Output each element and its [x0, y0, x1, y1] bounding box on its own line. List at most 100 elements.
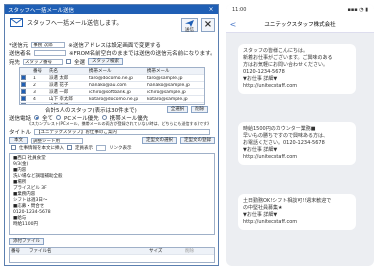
close-button[interactable]: ×	[201, 18, 215, 32]
select-all-checkbox[interactable]	[66, 59, 72, 64]
col-number: 番号	[33, 69, 42, 74]
message-line: 0120-1234-5678	[243, 69, 285, 75]
signal-battery-icon: ▪▪▪ ◔ ▮	[347, 7, 368, 13]
insert-job-label: 仕事情報を本文に挿入	[19, 145, 64, 151]
recipient-mail1: taro@docomo.ne.jp	[89, 75, 134, 81]
delete-recipient-button[interactable]: 削除	[191, 106, 209, 113]
message-bubble: 土日勤務OK!シフト相談可!!週末歓迎で の中堅社員募集★ ▼お仕事 詳細▼ http…	[238, 194, 356, 230]
insert-job-checkbox[interactable]	[11, 145, 16, 150]
recipient-name: 派遣 太郎	[49, 76, 69, 81]
recipient-no: 4	[33, 96, 36, 102]
recipient-row[interactable]: 1 派遣 太郎 taro@docomo.ne.jp taro@sample.jp	[20, 74, 204, 82]
options-row: 仕事情報を本文に挿入 定員表示 リンク表示	[11, 144, 132, 151]
from-note: ※送信アドレスは設定画面で変更する	[68, 42, 161, 49]
attachment-row: 添付ファイル	[9, 238, 44, 245]
recipient-mail2: hanako@sample.jp	[147, 82, 190, 88]
recipient-no: 1	[33, 75, 36, 81]
subject-row: タイトル 【ユニテックスタッフ】お仕事のご案内	[9, 128, 211, 136]
message-line: http://unitecstaff.com	[243, 219, 298, 225]
recipient-mail2: keiko@sample.jp	[146, 104, 204, 105]
recipient-row[interactable]: 4 山下 幸太郎 kotaro@docomo.ne.jp kotaro@sample.…	[20, 95, 204, 103]
window-title: スタッフへ一括メール送信	[8, 7, 75, 14]
recipient-mail2: ichiro@sample.jp	[147, 89, 186, 95]
template-select[interactable]: 調整シート用	[31, 137, 83, 144]
message-line: http://unitecstaff.com	[243, 83, 298, 89]
capacity-label: 定員表示	[75, 145, 93, 151]
staff-search-button[interactable]: スタッフ検索	[88, 58, 124, 65]
phone-preview: 11:00 ▪▪▪ ◔ ▮ < ユニテックスタッフ株式会社 スタッフの皆様こんに…	[226, 4, 374, 266]
phone-chat-header: < ユニテックスタッフ株式会社	[226, 16, 374, 33]
message-line: http://unitecstaff.com	[243, 154, 298, 160]
message-bubble: スタッフの皆様こんにちは。 新着お仕事がございます。ご興味のある 方はお気軽にお問い…	[238, 44, 356, 94]
recipient-checkbox[interactable]	[21, 74, 26, 80]
recipient-list[interactable]: 番号 氏名 携帯メール 携帯メール 1 派遣 太郎 taro@docomo.ne.j…	[19, 67, 205, 105]
recipient-name: 山下 幸太郎	[49, 97, 73, 102]
template-label: 本文	[9, 137, 28, 144]
mail-dialog-window: スタッフへ一括メール送信 × スタッフへ一括メール送信します。 送信 × *送信…	[4, 4, 219, 266]
recipient-checkbox[interactable]	[21, 95, 26, 101]
template-save-button[interactable]: 定型文の登録	[180, 137, 215, 144]
recipient-no: 3	[33, 89, 36, 95]
window-close-icon[interactable]: ×	[207, 6, 215, 13]
recipient-list-header: 番号 氏名 携帯メール 携帯メール	[20, 68, 204, 75]
body-line: 時給1100円	[13, 222, 38, 227]
message-line: 時給1500円のカウンター業務■	[243, 126, 316, 132]
send-dest-note-row: 《スカンプレスト(PCメール、携帯メールの両方が登録されていない時は、どちらにも…	[27, 120, 211, 127]
template-apply-button[interactable]: 定型文の選択	[142, 137, 177, 144]
capacity-checkbox[interactable]	[67, 145, 72, 150]
select-all-button[interactable]: 全選択	[166, 106, 189, 113]
recipient-mail1: ichiro@softbank.jp	[89, 89, 131, 95]
att-delete-button[interactable]: 削除	[184, 248, 210, 254]
recipient-name: 派遣 一郎	[49, 90, 69, 95]
recipient-mail2: taro@sample.jp	[147, 75, 183, 81]
recipient-count: 合計5人のスタッフ(表示は30件まで)	[45, 107, 137, 114]
attachment-list[interactable]: 番号 ファイル名 サイズ 削除	[9, 247, 215, 263]
subject-label: タイトル	[9, 129, 32, 136]
recipient-mail2: kotaro@sample.jp	[147, 96, 188, 102]
link-label: リンク表示	[109, 145, 132, 151]
recipient-checkbox[interactable]	[21, 81, 26, 87]
header-message: スタッフへ一括メール送信します。	[27, 20, 123, 27]
message-line: 新着お仕事がございます。ご興味のある	[243, 55, 333, 61]
att-col-number: 番号	[11, 249, 20, 254]
from-select[interactable]: 事務 次郎	[31, 41, 66, 48]
from-label: *送信元	[9, 42, 29, 49]
att-col-size: サイズ	[149, 249, 163, 254]
capacity-select[interactable]	[96, 144, 106, 151]
sender-name-field[interactable]	[34, 49, 67, 56]
from-row: *送信元 事務 次郎 ※送信アドレスは設定画面で変更する	[9, 41, 161, 49]
message-line: 早いもの勝ちですので興味ある方は、	[243, 133, 329, 139]
recipient-checkbox[interactable]	[21, 102, 26, 104]
subject-field[interactable]: 【ユニテックスタッフ】お仕事のご案内	[34, 128, 211, 135]
send-icon	[185, 20, 194, 27]
message-line: ▼お仕事 詳細▼	[243, 212, 278, 218]
message-line: 土日勤務OK!シフト相談可!!週末歓迎で	[243, 198, 332, 204]
recipient-row[interactable]: 2 派遣 花子 hanako@au.com hanako@sample.jp	[20, 81, 204, 89]
destination-row: 宛先 スタッフ番号 全選 スタッフ検索	[9, 58, 124, 66]
recipient-checkbox[interactable]	[21, 88, 26, 94]
add-attachment-button[interactable]: 添付ファイル	[9, 238, 44, 245]
send-dest-note: 《スカンプレスト(PCメール、携帯メールの両方が登録されていない時は、どちらにも…	[27, 120, 212, 126]
recipient-mail1: kotaro@docomo.ne.jp	[89, 96, 139, 102]
col-mail2: 携帯メール	[147, 69, 170, 74]
contact-name: ユニテックスタッフ株式会社	[264, 22, 336, 28]
col-name: 氏名	[49, 69, 58, 74]
message-line: の中堅社員募集★	[243, 205, 283, 211]
attachment-list-header: 番号 ファイル名 サイズ 削除	[10, 248, 214, 255]
message-body[interactable]: ■西口 社員食堂 9/3(金) ■内容 洗い場など調理補助全般 ■場所 プライスビル 3F…	[9, 153, 215, 235]
recipient-no: 2	[33, 82, 36, 88]
recipient-row[interactable]: 3 派遣 一郎 ichiro@softbank.jp ichiro@sample.jp	[20, 88, 204, 96]
message-line: お電話ください。0120-1234-5678	[243, 140, 325, 146]
send-label: 送信	[185, 28, 194, 33]
destination-select[interactable]: スタッフ番号	[23, 58, 64, 65]
back-chevron-icon[interactable]: <	[226, 20, 240, 29]
send-button[interactable]: 送信	[181, 18, 198, 33]
message-bubble: 時給1500円のカウンター業務■ 早いもの勝ちですので興味ある方は、 お電話ください…	[238, 122, 356, 165]
sender-name-note: ※FROM名前空白のままでは送信の送信元名前になります。	[69, 50, 216, 57]
recipient-name: 派遣 花子	[49, 83, 69, 88]
sender-name-label: 送信者名	[9, 50, 32, 57]
title-bar: スタッフへ一括メール送信 ×	[5, 5, 218, 14]
phone-status-bar: 11:00 ▪▪▪ ◔ ▮	[226, 4, 374, 16]
recipient-footer: 合計5人のスタッフ(表示は30件まで) 全選択 削除	[45, 106, 209, 114]
col-mail1: 携帯メール	[89, 69, 112, 74]
